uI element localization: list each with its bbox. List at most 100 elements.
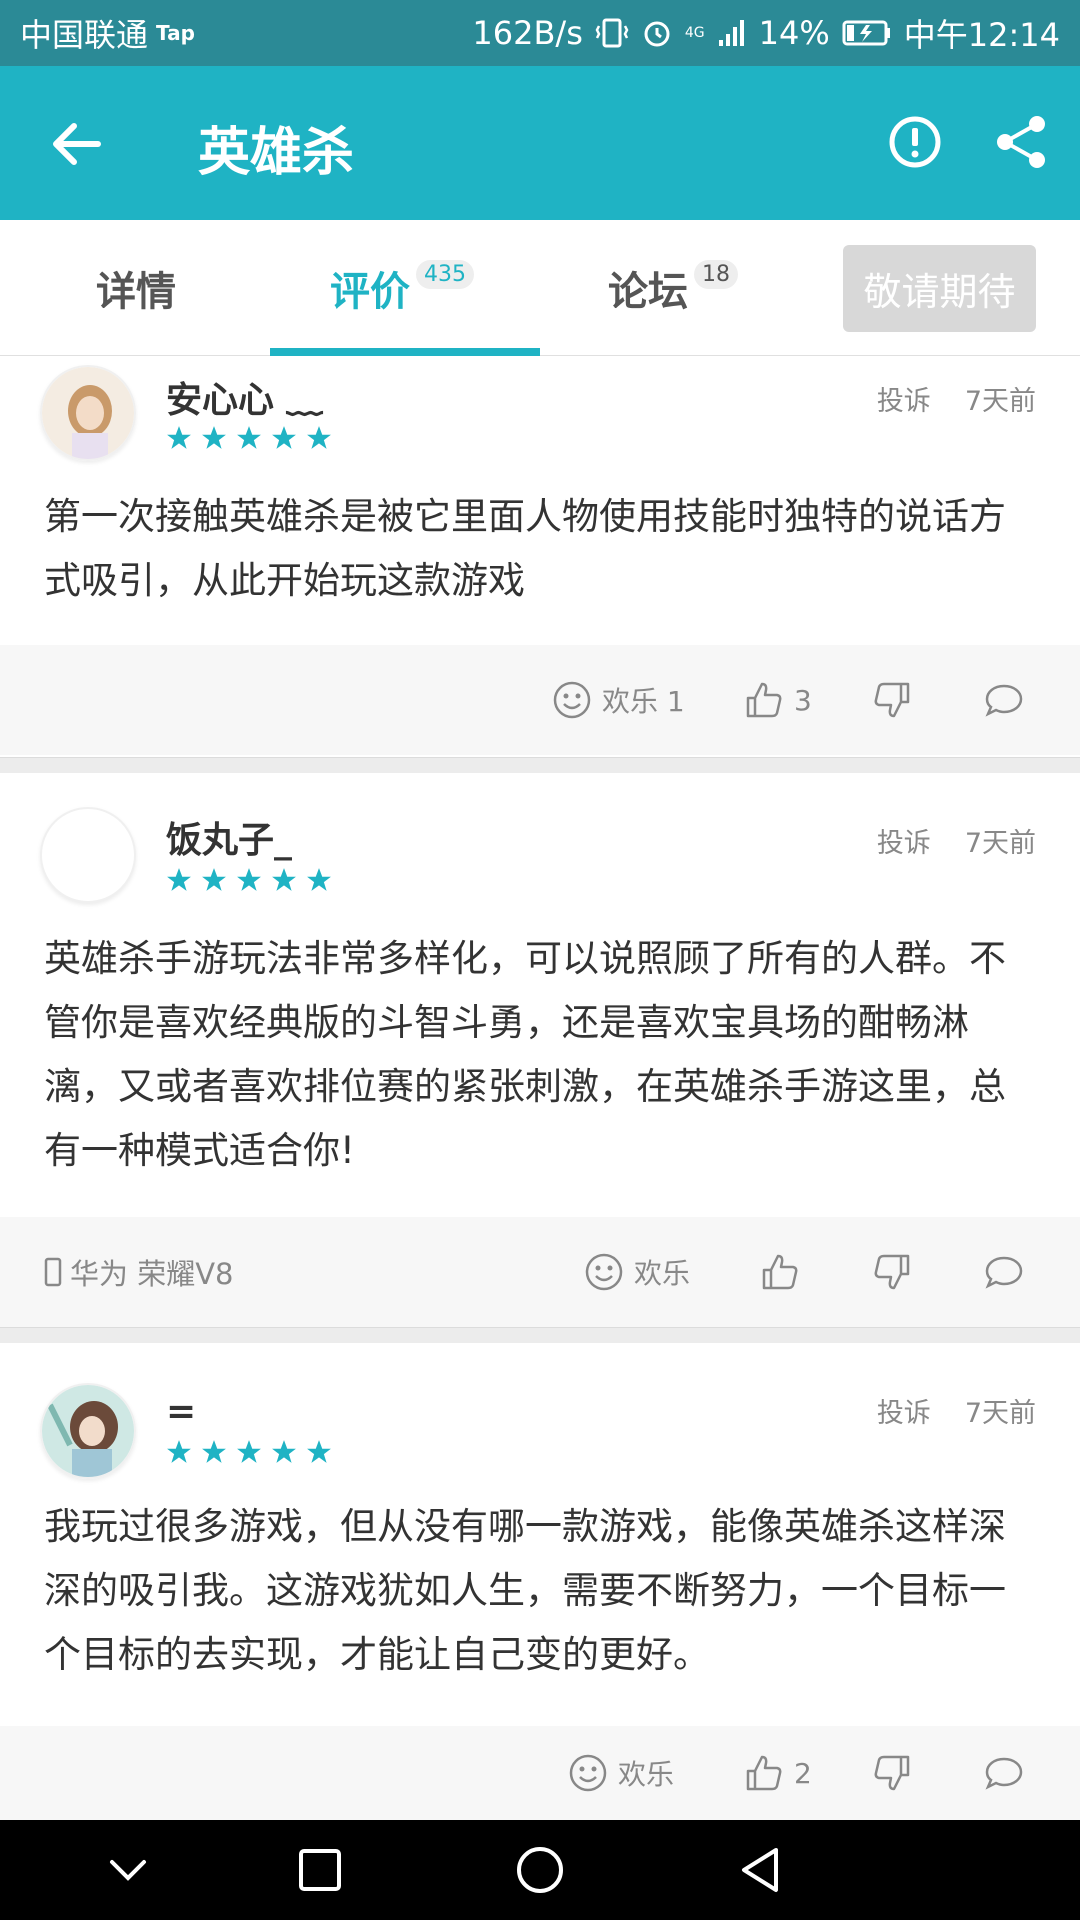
- avatar-image: [42, 367, 134, 459]
- review-time: 7天前: [964, 386, 1036, 417]
- system-nav-bar: [0, 1820, 1080, 1920]
- clock: 中午12:14: [903, 16, 1060, 54]
- dislike-button[interactable]: [872, 1217, 912, 1327]
- like-count: 2: [794, 1756, 812, 1790]
- review-card: 安心心 ﹏ 投诉 7天前 第一次接触英雄杀是被它里面人物使用技能时独特的说话方式…: [0, 357, 1080, 757]
- status-bar: 中国联通 Tap 162B/s 4G 14% 中午12:14: [0, 0, 1080, 66]
- like-button[interactable]: 3: [744, 645, 812, 755]
- happy-label: 欢乐 1: [602, 685, 685, 718]
- star-icon: [202, 426, 226, 449]
- network-speed: 162B/s: [472, 14, 583, 52]
- device-name: 华为 荣耀V8: [70, 1257, 234, 1291]
- happy-button[interactable]: 欢乐 1: [552, 645, 685, 755]
- review-actions: 华为 荣耀V8 欢乐: [0, 1217, 1080, 1327]
- tab-forum[interactable]: 论坛 18: [608, 220, 738, 356]
- happy-button[interactable]: 欢乐: [584, 1217, 690, 1327]
- status-right: 162B/s 4G 14% 中午12:14: [472, 10, 1060, 56]
- vibrate-icon: [595, 18, 629, 48]
- star-icon: [237, 426, 261, 449]
- star-icon: [237, 868, 261, 891]
- review-meta: 投诉 7天前: [877, 1391, 1036, 1430]
- review-meta: 投诉 7天前: [877, 379, 1036, 418]
- avatar[interactable]: [40, 1383, 136, 1479]
- review-card: 饭丸子_ 投诉 7天前 英雄杀手游玩法非常多样化，可以说照顾了所有的人群。不管你…: [0, 773, 1080, 1327]
- thumbs-down-icon: [874, 1755, 910, 1791]
- avatar[interactable]: [40, 807, 136, 903]
- happy-label: 欢乐: [634, 1257, 691, 1290]
- star-icon: [167, 1440, 191, 1463]
- dislike-button[interactable]: [872, 1726, 912, 1820]
- star-icon: [202, 1440, 226, 1463]
- like-button[interactable]: 2: [744, 1726, 812, 1820]
- carrier-tag: Tap: [156, 21, 195, 45]
- recent-apps-icon[interactable]: [292, 1842, 348, 1898]
- tab-label: 论坛: [608, 269, 688, 315]
- comment-icon: [985, 1757, 1023, 1790]
- review-time: 7天前: [964, 828, 1036, 859]
- avatar-image: [42, 1385, 134, 1477]
- alert-icon[interactable]: [887, 114, 943, 170]
- comment-icon: [985, 1256, 1023, 1289]
- review-card: = 投诉 7天前 我玩过很多游戏，但从没有哪一款游戏，能像英雄杀这样深深的吸引我…: [0, 1343, 1080, 1820]
- dislike-button[interactable]: [872, 645, 912, 755]
- reviewer-name[interactable]: 安心心 ﹏: [166, 371, 323, 423]
- reviewer-name[interactable]: 饭丸子_: [166, 811, 292, 863]
- review-content: 我玩过很多游戏，但从没有哪一款游戏，能像英雄杀这样深深的吸引我。这游戏犹如人生，…: [44, 1505, 1006, 1676]
- signal-icon: [718, 20, 744, 46]
- chevron-down-icon[interactable]: [100, 1842, 156, 1898]
- thumbs-down-icon: [874, 682, 910, 718]
- share-icon[interactable]: [993, 114, 1049, 170]
- battery-percent: 14%: [758, 14, 830, 52]
- thumbs-up-icon: [746, 682, 782, 718]
- thumbs-down-icon: [874, 1254, 910, 1290]
- comment-icon: [985, 684, 1023, 717]
- comment-button[interactable]: [984, 1217, 1024, 1327]
- smiley-icon: [553, 681, 591, 719]
- star-rating: [166, 867, 332, 893]
- star-icon: [167, 426, 191, 449]
- back-arrow-icon[interactable]: [46, 114, 106, 174]
- star-icon: [202, 868, 226, 891]
- back-icon[interactable]: [732, 1842, 788, 1898]
- network-type: 4G: [684, 25, 705, 41]
- review-meta: 投诉 7天前: [877, 821, 1036, 860]
- happy-label: 欢乐: [618, 1758, 675, 1791]
- thumbs-up-icon: [746, 1755, 782, 1791]
- avatar[interactable]: [40, 365, 136, 461]
- like-count: 3: [794, 683, 812, 717]
- star-icon: [307, 426, 331, 449]
- review-time: 7天前: [964, 1398, 1036, 1429]
- review-count-badge: 435: [416, 259, 474, 289]
- battery-icon: [842, 20, 890, 46]
- star-icon: [272, 1440, 296, 1463]
- phone-icon: [44, 1257, 62, 1287]
- star-icon: [272, 426, 296, 449]
- smiley-icon: [569, 1754, 607, 1792]
- report-link[interactable]: 投诉: [877, 379, 931, 418]
- review-divider: [0, 757, 1080, 773]
- alarm-icon: [644, 21, 670, 47]
- report-link[interactable]: 投诉: [877, 1391, 931, 1430]
- comment-button[interactable]: [984, 1726, 1024, 1820]
- app-bar: 英雄杀: [0, 66, 1080, 220]
- star-icon: [307, 1440, 331, 1463]
- device-info: 华为 荣耀V8: [44, 1217, 234, 1327]
- tab-details[interactable]: 详情: [96, 220, 176, 356]
- review-content: 第一次接触英雄杀是被它里面人物使用技能时独特的说话方式吸引，从此开始玩这款游戏: [44, 495, 1006, 602]
- coming-soon-button[interactable]: 敬请期待: [843, 245, 1036, 332]
- tab-bar: 详情 评价 435 论坛 18 敬请期待: [0, 220, 1080, 356]
- review-actions: 欢乐 2: [0, 1726, 1080, 1820]
- tab-label: 详情: [96, 269, 176, 315]
- review-divider: [0, 1327, 1080, 1343]
- report-link[interactable]: 投诉: [877, 821, 931, 860]
- happy-button[interactable]: 欢乐: [568, 1726, 674, 1820]
- review-actions: 欢乐 1 3: [0, 645, 1080, 755]
- tab-reviews[interactable]: 评价 435: [330, 220, 474, 356]
- forum-count-badge: 18: [694, 259, 738, 289]
- page-title: 英雄杀: [198, 123, 355, 183]
- star-icon: [237, 1440, 261, 1463]
- like-button[interactable]: [760, 1217, 810, 1327]
- home-icon[interactable]: [512, 1842, 568, 1898]
- comment-button[interactable]: [984, 645, 1024, 755]
- reviewer-name[interactable]: =: [166, 1391, 196, 1432]
